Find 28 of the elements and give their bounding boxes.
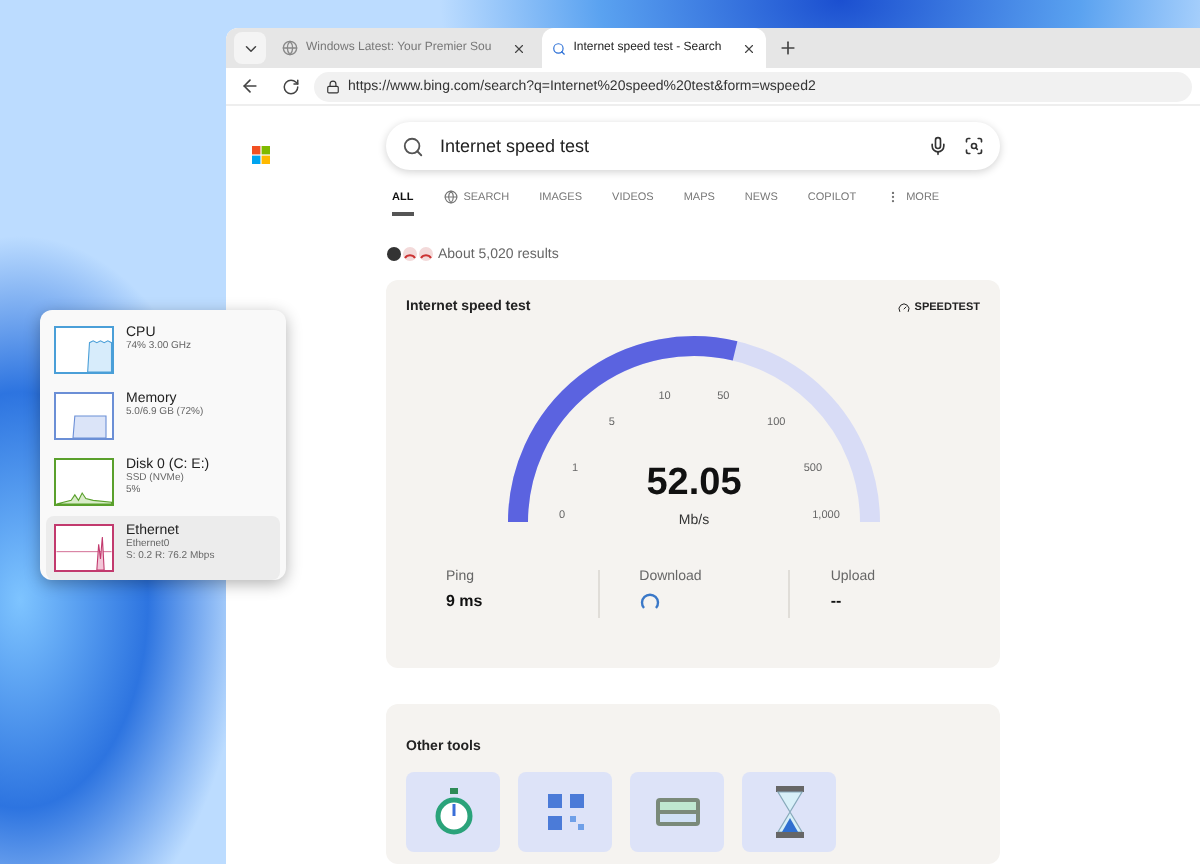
stat-value: -- bbox=[830, 592, 844, 610]
microphone-icon[interactable] bbox=[928, 136, 948, 156]
tool-tile[interactable] bbox=[518, 772, 612, 852]
copilot-icon bbox=[443, 190, 458, 204]
lock-icon bbox=[326, 79, 340, 93]
speed-value: 52.05 bbox=[645, 462, 741, 504]
qr-code-icon bbox=[547, 794, 583, 830]
hourglass-icon bbox=[775, 786, 803, 838]
close-icon[interactable] bbox=[741, 41, 756, 55]
loading-spinner-icon bbox=[639, 592, 660, 612]
back-arrow-icon bbox=[240, 76, 260, 96]
search-icon bbox=[402, 135, 424, 157]
gauge-icon bbox=[898, 301, 911, 313]
search-icon bbox=[551, 41, 566, 55]
tool-tile[interactable] bbox=[630, 772, 724, 852]
keyboard-icon bbox=[655, 798, 699, 826]
close-icon[interactable] bbox=[511, 41, 526, 55]
speed-icons bbox=[386, 246, 434, 262]
stat-value: 9 ms bbox=[446, 592, 485, 610]
stopwatch-icon bbox=[433, 788, 473, 836]
refresh-icon bbox=[281, 77, 299, 95]
visual-search-icon[interactable] bbox=[964, 136, 984, 156]
tool-tile[interactable] bbox=[742, 772, 836, 852]
globe-icon bbox=[282, 40, 298, 56]
tool-tile[interactable] bbox=[406, 772, 500, 852]
search-field[interactable]: Internet speed test bbox=[386, 122, 1000, 170]
four-squares-logo bbox=[252, 146, 270, 164]
plus-icon bbox=[777, 38, 798, 58]
